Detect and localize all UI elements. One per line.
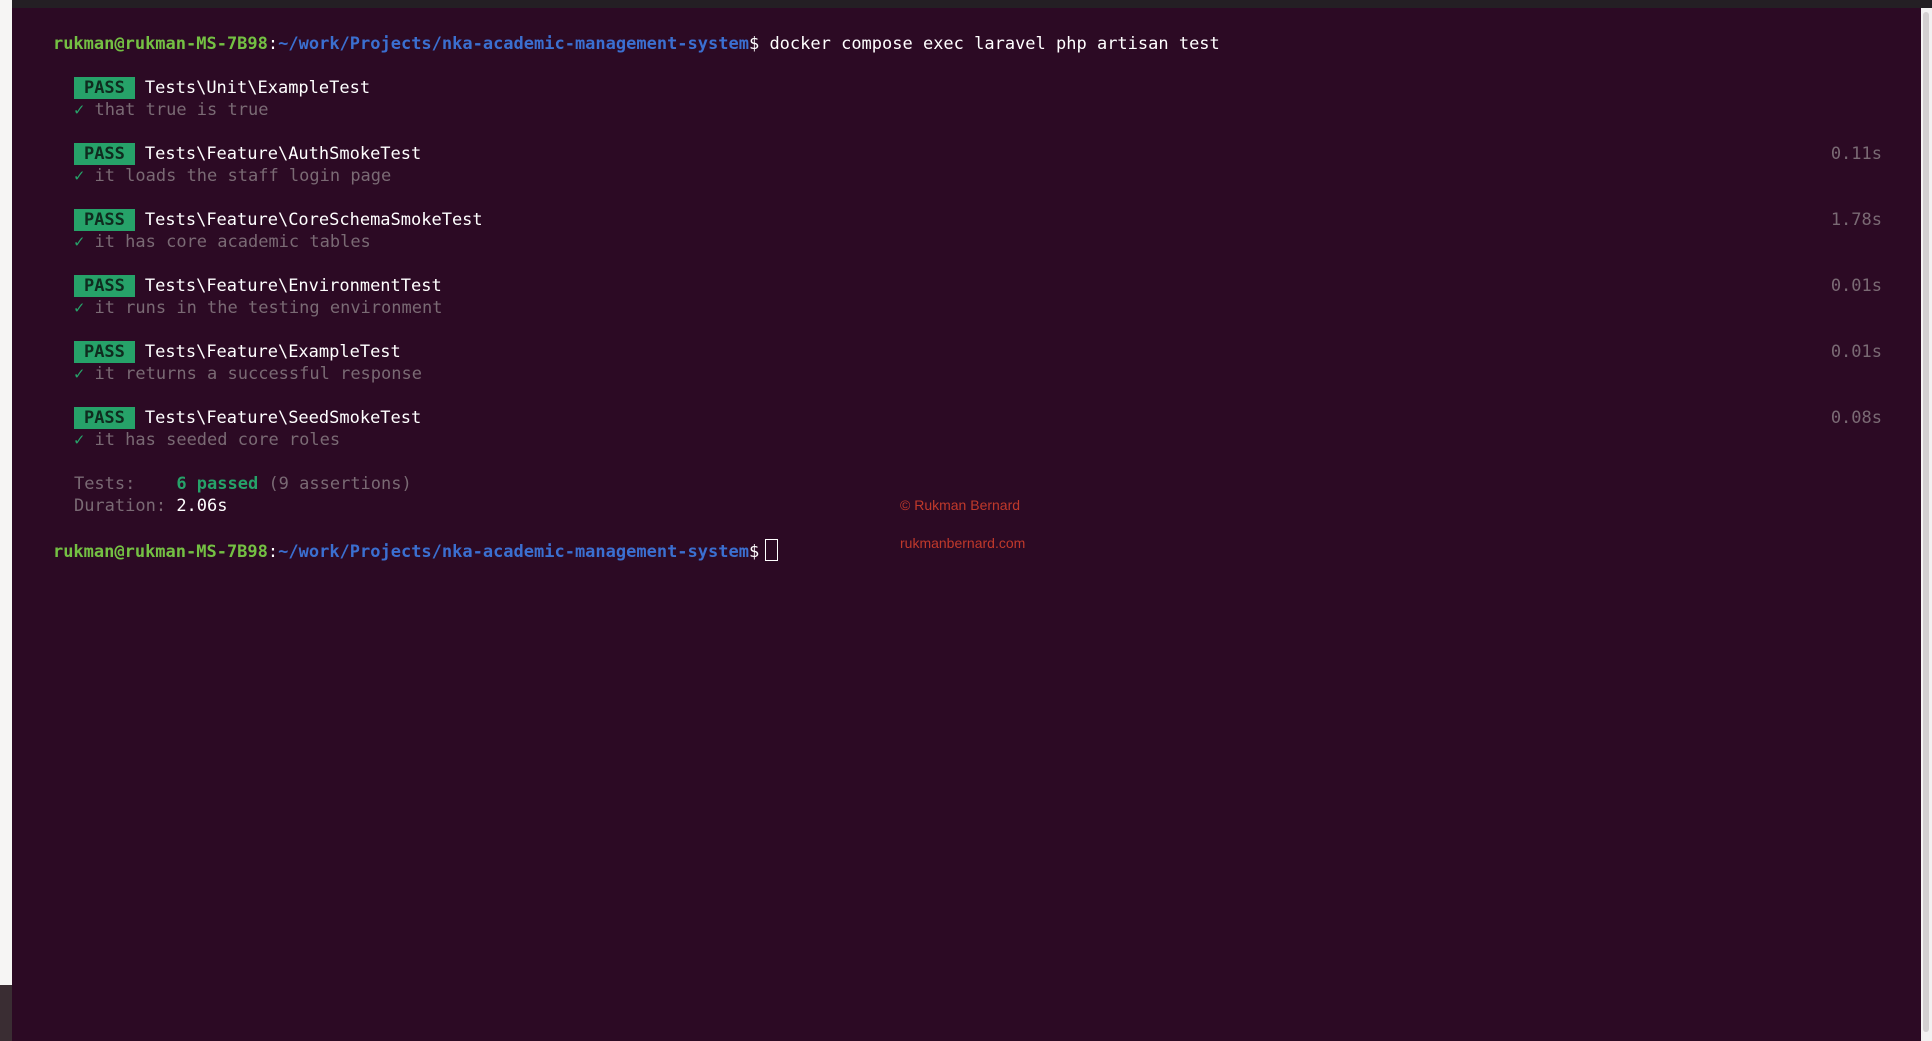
check-icon: ✓ <box>73 298 85 318</box>
test-duration: 0.08s <box>1830 408 1882 428</box>
test-result-header: PASS Tests\Feature\EnvironmentTest <box>33 253 442 297</box>
left-window-edge <box>0 0 12 985</box>
prompt-dollar: $ <box>748 34 760 54</box>
text-cursor <box>765 539 779 561</box>
left-window-edge-bottom <box>0 985 12 1041</box>
test-duration: 0.11s <box>1830 144 1882 164</box>
watermark-site: rukmanbernard.com <box>900 535 1026 551</box>
command-text: docker compose exec laravel php artisan … <box>759 34 1220 54</box>
test-case-description: it runs in the testing environment <box>94 298 443 318</box>
prompt-line[interactable]: rukman@rukman-MS-7B98:~/work/Projects/nk… <box>12 517 779 562</box>
test-case-line: ✓ that true is true <box>33 77 269 120</box>
test-result-header: PASS Tests\Feature\ExampleTest <box>33 319 401 363</box>
prompt-colon: : <box>267 34 279 54</box>
prompt-user-host: rukman@rukman-MS-7B98 <box>52 34 268 54</box>
test-case-line: ✓ it returns a successful response <box>33 341 422 384</box>
check-icon: ✓ <box>73 166 85 186</box>
test-case-description: that true is true <box>94 100 269 120</box>
terminal-area[interactable]: rukman@rukman-MS-7B98:~/work/Projects/nk… <box>12 8 1922 1041</box>
test-case-description: it has core academic tables <box>94 232 371 252</box>
prompt-path: ~/work/Projects/nka-academic-management-… <box>278 34 749 54</box>
summary-tests-line: Tests: 6 passed (9 assertions) <box>33 451 412 494</box>
test-case-description: it loads the staff login page <box>94 166 392 186</box>
test-result-header: PASS Tests\Unit\ExampleTest <box>33 55 370 99</box>
summary-duration-label: Duration: <box>73 496 177 516</box>
test-duration: 0.01s <box>1830 342 1882 362</box>
test-case-description: it returns a successful response <box>94 364 422 384</box>
check-icon: ✓ <box>73 232 85 252</box>
prompt-colon: : <box>267 542 279 562</box>
prompt-user-host: rukman@rukman-MS-7B98 <box>52 542 268 562</box>
prompt-dollar: $ <box>748 542 760 562</box>
test-duration: 1.78s <box>1830 210 1882 230</box>
check-icon: ✓ <box>73 100 85 120</box>
check-icon: ✓ <box>73 430 85 450</box>
summary-duration-line: Duration: 2.06s <box>33 473 228 516</box>
test-result-header: PASS Tests\Feature\CoreSchemaSmokeTest <box>33 187 483 231</box>
test-duration: 0.01s <box>1830 276 1882 296</box>
summary-duration-value: 2.06s <box>176 496 228 516</box>
test-case-line: ✓ it has core academic tables <box>33 209 371 252</box>
test-case-line: ✓ it loads the staff login page <box>33 143 391 186</box>
test-case-line: ✓ it has seeded core roles <box>33 407 340 450</box>
test-result-header: PASS Tests\Feature\SeedSmokeTest <box>33 385 421 429</box>
watermark-copyright: © Rukman Bernard <box>900 497 1021 513</box>
vertical-scrollbar[interactable] <box>1921 8 1932 1041</box>
check-icon: ✓ <box>73 364 85 384</box>
window-top-bar <box>0 0 1932 8</box>
test-case-description: it has seeded core roles <box>94 430 341 450</box>
test-case-line: ✓ it runs in the testing environment <box>33 275 443 318</box>
command-line: rukman@rukman-MS-7B98:~/work/Projects/nk… <box>12 11 1220 54</box>
test-result-header: PASS Tests\Feature\AuthSmokeTest <box>33 121 421 165</box>
scrollbar-thumb[interactable] <box>1923 12 1929 1032</box>
summary-assertions: (9 assertions) <box>258 474 412 494</box>
prompt-path: ~/work/Projects/nka-academic-management-… <box>278 542 749 562</box>
